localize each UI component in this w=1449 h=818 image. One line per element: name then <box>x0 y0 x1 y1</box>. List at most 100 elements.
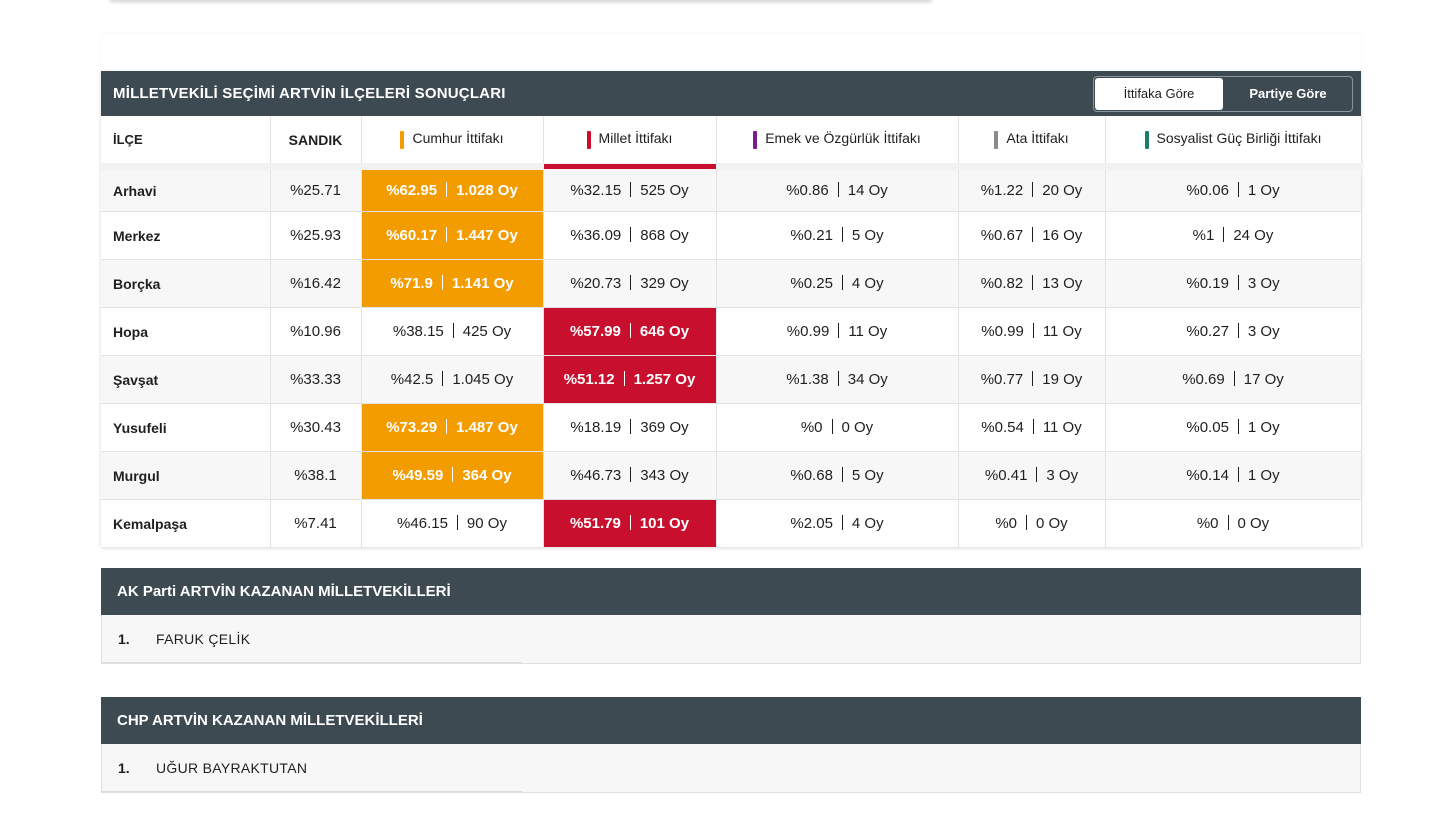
separator <box>1233 371 1235 386</box>
ballot-percent: %10.96 <box>270 307 362 356</box>
mp-name: UĞUR BAYRAKTUTAN <box>156 759 308 776</box>
toggle-by-party-button[interactable]: Partiye Göre <box>1224 77 1352 111</box>
vote-percent: %42.5 <box>390 371 434 388</box>
alliance-result-cell: %42.5 1.045 Oy <box>361 355 544 404</box>
alliance-result-cell: %20.73 329 Oy <box>543 259 717 308</box>
vote-count: 16 Oy <box>1042 227 1083 244</box>
table-row: Kemalpaşa %7.41 %46.15 90 Oy %51.79 101 Oy %2.… <box>101 499 1362 547</box>
separator <box>446 182 448 197</box>
results-title: MİLLETVEKİLİ SEÇİMİ ARTVİN İLÇELERİ SONU… <box>113 85 506 102</box>
alliance-result-cell: %0.25 4 Oy <box>716 259 959 308</box>
separator <box>630 467 632 482</box>
vote-percent: %49.59 <box>392 467 444 484</box>
vote-percent: %0.19 <box>1186 275 1229 292</box>
alliance-result-cell: %36.09 868 Oy <box>543 211 717 260</box>
alliance-result-cell: %0.82 13 Oy <box>958 259 1106 308</box>
vote-percent: %0 <box>995 515 1017 532</box>
separator <box>1026 515 1027 530</box>
vote-count: 1.028 Oy <box>456 182 518 199</box>
vote-count: 425 Oy <box>462 323 512 340</box>
vote-count: 14 Oy <box>847 182 888 199</box>
alliance-result-cell: %60.17 1.447 Oy <box>361 211 544 260</box>
alliance-result-cell: %1.38 34 Oy <box>716 355 959 404</box>
vote-percent: %0.27 <box>1186 323 1229 340</box>
alliance-color-swatch <box>400 130 405 149</box>
mp-section-title: CHP ARTVİN KAZANAN MİLLETVEKİLLERİ <box>101 697 1361 744</box>
vote-count: 0 Oy <box>1237 515 1270 532</box>
col-alliance-cumhur: Cumhur İttifakı <box>361 116 544 167</box>
vote-count: 1.487 Oy <box>456 419 518 436</box>
mp-name: FARUK ÇELİK <box>156 630 251 647</box>
vote-percent: %46.73 <box>570 467 622 484</box>
district-name: Merkez <box>101 211 271 260</box>
separator <box>446 227 448 242</box>
view-toggle: İttifaka Göre Partiye Göre <box>1093 75 1353 112</box>
vote-count: 1.447 Oy <box>456 227 518 244</box>
akparti-mp-section: AK Parti ARTVİN KAZANAN MİLLETVEKİLLERİ … <box>101 568 1361 664</box>
vote-count: 1 Oy <box>1247 182 1280 199</box>
ballot-percent: %25.71 <box>270 163 362 212</box>
col-alliance-millet: Millet İttifakı <box>543 116 717 169</box>
vote-count: 17 Oy <box>1243 371 1284 388</box>
vote-percent: %0.68 <box>790 467 833 484</box>
mp-section-title: AK Parti ARTVİN KAZANAN MİLLETVEKİLLERİ <box>101 568 1361 615</box>
separator <box>1032 182 1034 197</box>
separator <box>446 419 448 434</box>
separator <box>1237 323 1239 338</box>
table-row: Merkez %25.93 %60.17 1.447 Oy %36.09 868 Oy %0… <box>101 211 1362 260</box>
alliance-result-cell: %57.99 646 Oy <box>543 307 717 356</box>
vote-count: 3 Oy <box>1247 275 1280 292</box>
alliance-result-cell: %0.77 19 Oy <box>958 355 1106 404</box>
table-row: Yusufeli %30.43 %73.29 1.487 Oy %18.19 369 Oy… <box>101 403 1362 452</box>
separator <box>1032 227 1034 242</box>
district-results-section: MİLLETVEKİLİ SEÇİMİ ARTVİN İLÇELERİ SONU… <box>101 71 1362 547</box>
separator <box>1032 419 1034 434</box>
alliance-color-swatch <box>586 130 591 149</box>
vote-count: 525 Oy <box>640 182 689 199</box>
vote-count: 20 Oy <box>1042 182 1083 199</box>
vote-count: 3 Oy <box>1247 323 1280 340</box>
separator <box>629 515 631 530</box>
vote-count: 11 Oy <box>1042 419 1082 436</box>
vote-percent: %0.99 <box>786 323 830 340</box>
card-top-area <box>101 34 1361 71</box>
district-name: Murgul <box>101 451 271 500</box>
alliance-color-swatch <box>994 130 999 149</box>
separator <box>837 182 839 197</box>
district-name: Şavşat <box>101 355 271 404</box>
vote-percent: %20.73 <box>570 275 622 292</box>
vote-count: 4 Oy <box>851 515 884 532</box>
alliance-result-cell: %0.21 5 Oy <box>716 211 959 260</box>
vote-count: 13 Oy <box>1042 275 1083 292</box>
vote-count: 1 Oy <box>1247 419 1280 436</box>
ballot-percent: %25.93 <box>270 211 362 260</box>
vote-percent: %57.99 <box>569 323 621 340</box>
ballot-percent: %38.1 <box>270 451 362 500</box>
vote-count: 1.141 Oy <box>451 275 514 292</box>
separator <box>1032 371 1034 386</box>
vote-percent: %51.79 <box>569 515 621 532</box>
ballot-percent: %30.43 <box>270 403 362 452</box>
district-name: Borçka <box>101 259 271 308</box>
vote-percent: %1.22 <box>980 182 1024 199</box>
separator <box>1227 515 1229 530</box>
vote-count: 868 Oy <box>640 227 689 244</box>
vote-percent: %0.69 <box>1182 371 1225 388</box>
separator <box>838 323 840 338</box>
separator <box>441 275 443 290</box>
vote-count: 329 Oy <box>640 275 689 292</box>
alliance-result-cell: %0 0 Oy <box>716 403 959 452</box>
alliance-result-cell: %0 0 Oy <box>958 499 1106 547</box>
chp-mp-section: CHP ARTVİN KAZANAN MİLLETVEKİLLERİ 1. UĞ… <box>101 697 1361 793</box>
separator <box>841 275 843 290</box>
alliance-result-cell: %62.95 1.028 Oy <box>361 163 544 212</box>
vote-percent: %1.38 <box>786 371 829 388</box>
col-alliance-ata: Ata İttifakı <box>958 116 1106 167</box>
vote-percent: %38.15 <box>392 323 444 340</box>
toggle-by-alliance-button[interactable]: İttifaka Göre <box>1095 77 1223 110</box>
separator <box>841 515 843 530</box>
vote-count: 34 Oy <box>847 371 888 388</box>
separator <box>1237 182 1239 197</box>
vote-percent: %0 <box>1196 515 1219 532</box>
vote-percent: %32.15 <box>570 182 622 199</box>
